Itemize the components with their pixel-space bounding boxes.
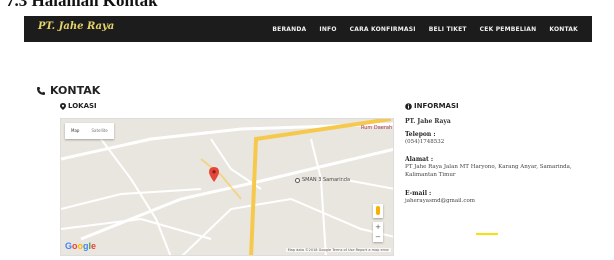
google-logo[interactable]: Google [65, 241, 96, 251]
phone-label: Telepon : [405, 131, 436, 138]
phone-info: Telepon : (054)1748532 [405, 131, 595, 146]
nav-cara-konfirmasi[interactable]: CARA KONFIRMASI [350, 26, 416, 33]
brand-logo[interactable]: PT. Jahe Raya [38, 21, 114, 32]
email-value: jaherayasmd@gmail.com [405, 198, 476, 204]
nav-cek-pembelian[interactable]: CEK PEMBELIAN [480, 26, 537, 33]
zoom-control: + − [373, 222, 383, 242]
email-label: E-mail : [405, 190, 432, 197]
nav-info[interactable]: INFO [319, 26, 336, 33]
info-heading-text: INFORMASI [414, 102, 459, 110]
nav-beranda[interactable]: BERANDA [272, 26, 306, 33]
map-marker-icon [60, 102, 66, 110]
page-heading-cropped: 7.3 Halaman Kontak [0, 0, 614, 16]
nav-kontak[interactable]: KONTAK [549, 26, 578, 33]
info-icon [405, 102, 412, 110]
school-label-text: SMAN 3 Samarinda [302, 177, 351, 183]
address-info: Alamat : PT Jahe Raya Jalan MT Haryono, … [405, 156, 595, 179]
accent-divider [476, 233, 498, 235]
map-area-label: Rum Daerah [361, 125, 393, 131]
map-school-label: SMAN 3 Samarinda [295, 177, 350, 183]
nav-menu: BERANDA INFO CARA KONFIRMASI BELI TIKET … [272, 16, 578, 42]
company-name: PT. Jahe Raya [405, 118, 451, 125]
map-type-map[interactable]: Map [65, 123, 85, 139]
location-pin-icon[interactable] [209, 167, 219, 182]
section-title: KONTAK [36, 84, 100, 97]
nav-beli-tiket[interactable]: BELI TIKET [429, 26, 467, 33]
cropped-heading: 7.3 Halaman Kontak [6, 0, 158, 10]
map-footer: Map data ©2018 Google Terms of Use Repor… [285, 248, 391, 252]
school-icon [295, 177, 300, 183]
zoom-in-button[interactable]: + [375, 223, 381, 231]
info-heading: INFORMASI [405, 102, 459, 110]
section-title-text: KONTAK [50, 84, 101, 97]
zoom-out-button[interactable]: − [375, 233, 381, 241]
map-type-control: Map Satellite [65, 123, 114, 139]
street-view-pegman[interactable] [373, 204, 383, 218]
location-heading: LOKASI [60, 102, 97, 110]
map-roads [61, 119, 393, 255]
pegman-icon [376, 206, 380, 215]
address-value: PT Jahe Raya Jalan MT Haryono, Karang An… [405, 164, 572, 178]
google-map[interactable]: Map Satellite Rum Daerah SMAN 3 Samarind… [60, 118, 394, 256]
email-info: E-mail : jaherayasmd@gmail.com [405, 190, 595, 205]
location-heading-text: LOKASI [68, 102, 97, 110]
address-label: Alamat : [405, 156, 434, 163]
phone-icon [37, 86, 45, 95]
phone-value: (054)1748532 [405, 139, 445, 145]
navbar: PT. Jahe Raya BERANDA INFO CARA KONFIRMA… [24, 16, 592, 42]
map-type-satellite[interactable]: Satellite [85, 123, 113, 139]
